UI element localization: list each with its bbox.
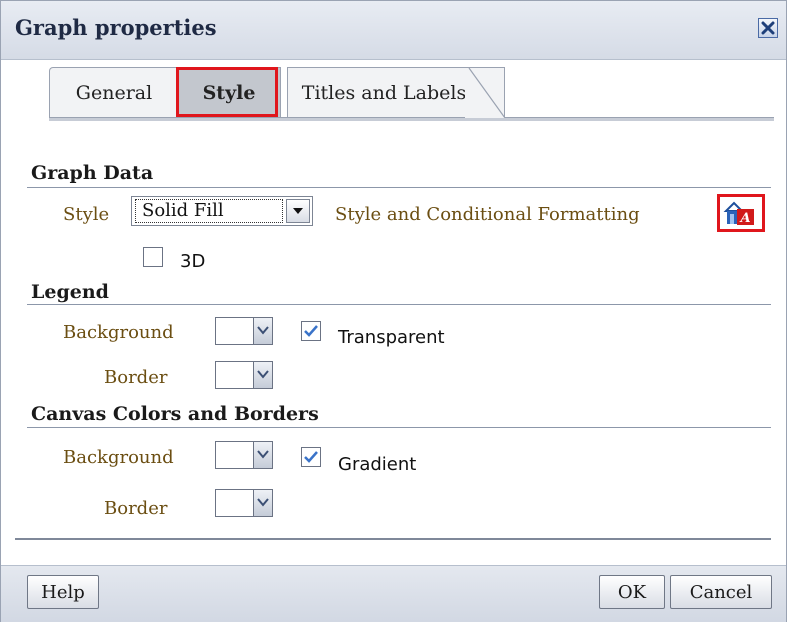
svg-text:A: A (738, 211, 750, 226)
chevron-down-icon[interactable] (253, 361, 273, 389)
legend-border-label: Border (104, 367, 168, 388)
help-button[interactable]: Help (27, 575, 99, 609)
legend-background-swatch[interactable] (215, 317, 253, 345)
ok-button-label: OK (617, 581, 647, 603)
canvas-background-label: Background (63, 447, 174, 468)
style-label: Style (63, 204, 110, 225)
content-bottom-divider (15, 538, 771, 540)
tab-general[interactable]: General (49, 67, 179, 117)
cancel-button-label: Cancel (689, 581, 753, 603)
close-icon[interactable] (758, 18, 778, 38)
canvas-background-color-picker[interactable] (215, 441, 275, 469)
chevron-down-icon[interactable] (253, 317, 273, 345)
canvas-divider (27, 427, 771, 428)
3d-checkbox[interactable] (143, 247, 163, 267)
tab-baseline (49, 117, 774, 121)
tab-titles-label: Titles and Labels (301, 81, 467, 104)
legend-border-swatch[interactable] (215, 361, 253, 389)
canvas-background-swatch[interactable] (215, 441, 253, 469)
dialog-title: Graph properties (15, 15, 217, 40)
3d-label: 3D (180, 251, 206, 272)
chevron-down-icon[interactable] (253, 441, 273, 469)
canvas-border-label: Border (104, 498, 168, 519)
graph-properties-dialog: Graph properties General Titles and Labe… (0, 0, 787, 622)
chevron-down-icon[interactable] (286, 199, 310, 223)
tab-titles-and-labels[interactable]: Titles and Labels (287, 67, 505, 118)
help-button-label: Help (41, 581, 85, 603)
style-conditional-formatting-label: Style and Conditional Formatting (335, 204, 640, 225)
dialog-footer (1, 565, 786, 622)
chevron-down-icon[interactable] (253, 489, 273, 517)
gradient-label: Gradient (338, 454, 417, 475)
canvas-border-color-picker[interactable] (215, 489, 275, 517)
transparent-checkbox[interactable] (301, 321, 321, 341)
legend-background-color-picker[interactable] (215, 317, 275, 345)
legend-border-color-picker[interactable] (215, 361, 275, 389)
tab-general-label: General (75, 81, 153, 104)
style-select[interactable]: Solid Fill (131, 196, 313, 226)
style-select-value: Solid Fill (135, 199, 283, 223)
canvas-border-swatch[interactable] (215, 489, 253, 517)
graph-data-heading: Graph Data (31, 162, 154, 184)
cancel-button[interactable]: Cancel (670, 575, 772, 609)
tab-strip: General Titles and Labels Style (1, 67, 786, 123)
conditional-formatting-icon[interactable]: A (723, 198, 755, 226)
legend-background-label: Background (63, 322, 174, 343)
ok-button[interactable]: OK (599, 575, 665, 609)
legend-heading: Legend (31, 281, 109, 303)
title-bar[interactable]: Graph properties (1, 1, 786, 60)
canvas-colors-heading: Canvas Colors and Borders (31, 403, 319, 425)
graph-data-divider (27, 187, 771, 188)
gradient-checkbox[interactable] (301, 447, 321, 467)
transparent-label: Transparent (338, 327, 445, 348)
style-tab-highlight (176, 67, 278, 117)
legend-divider (27, 304, 771, 305)
